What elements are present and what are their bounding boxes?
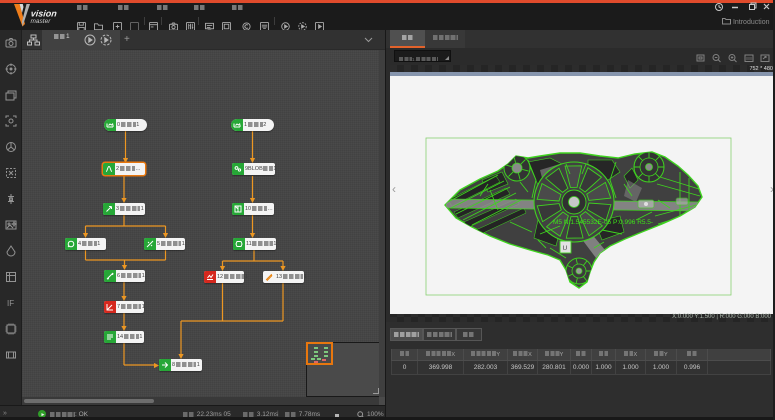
svg-text:master: master <box>31 18 52 25</box>
svg-text:vision: vision <box>30 9 58 19</box>
svg-text:U: U <box>563 245 568 252</box>
svg-text:M5 N:1.545532E-05 P:0.996 R5.5: M5 N:1.545532E-05 P:0.996 R5.5- <box>553 219 653 226</box>
svg-text:IF: IF <box>7 299 14 308</box>
